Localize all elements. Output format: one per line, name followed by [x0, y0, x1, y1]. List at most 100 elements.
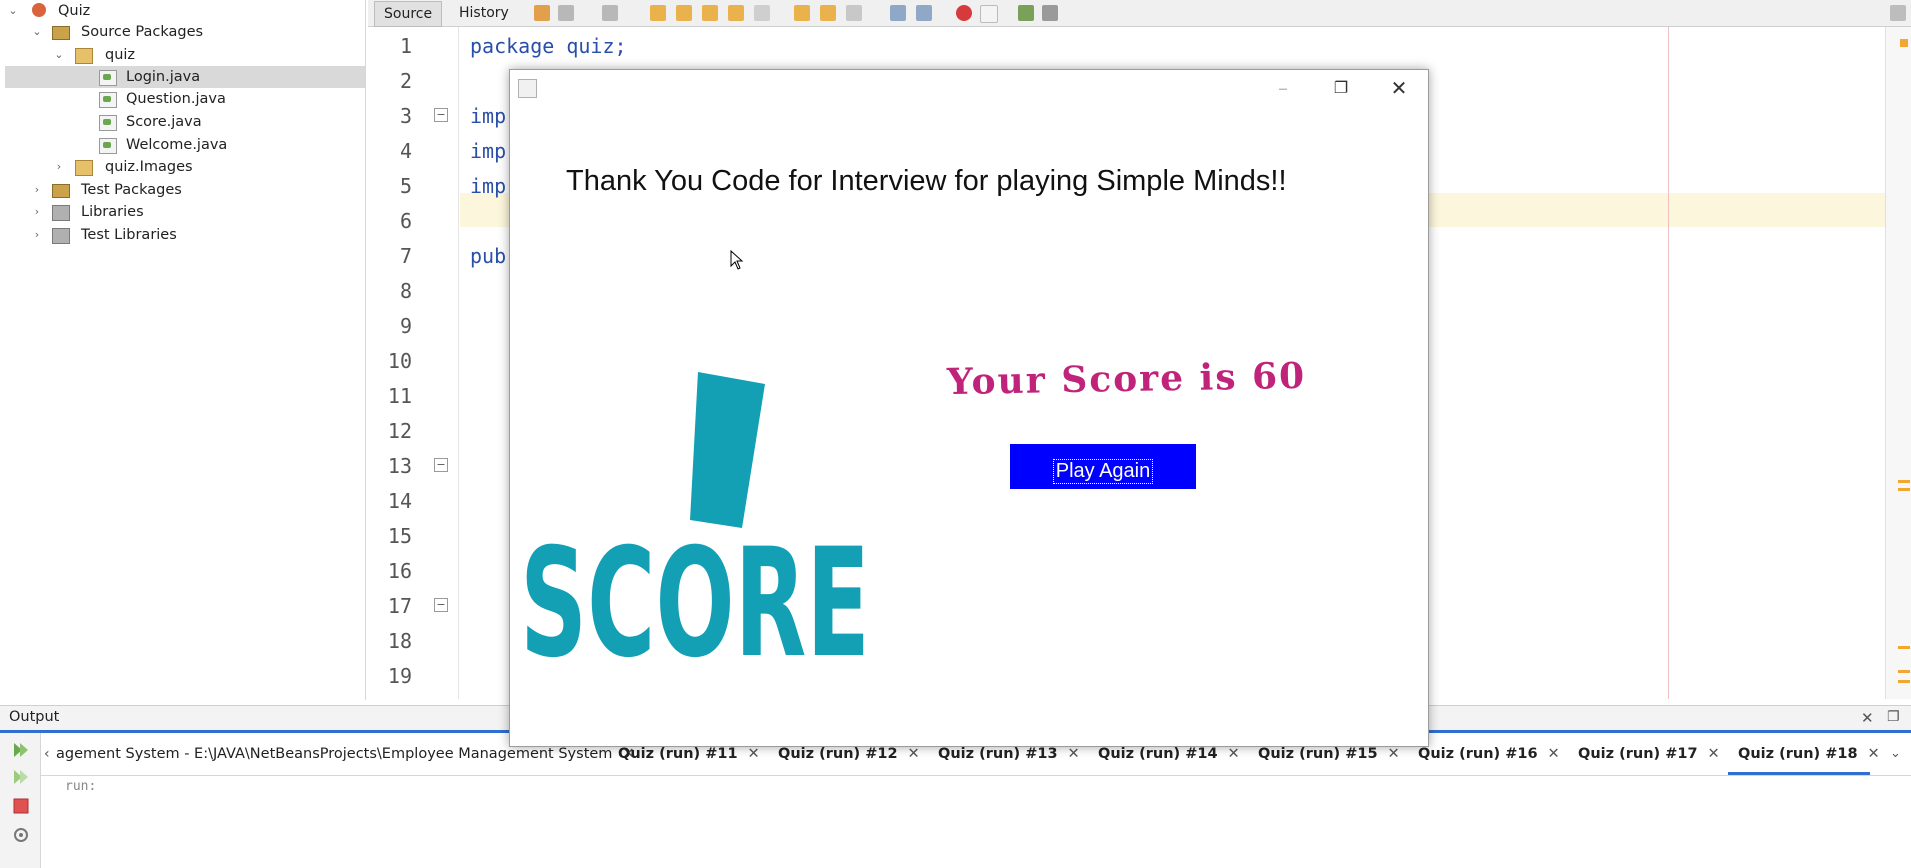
close-icon: ✕ — [1387, 746, 1400, 762]
close-button[interactable]: ✕ — [1370, 70, 1428, 106]
maximize-icon[interactable]: ❐ — [1887, 709, 1900, 725]
chevron-left-icon[interactable]: ‹ — [44, 743, 50, 765]
chevron-down-icon[interactable]: ⌄ — [6, 0, 20, 22]
line-number: 4 — [399, 139, 412, 163]
minimize-button[interactable]: – — [1254, 70, 1312, 106]
output-tab-quiz-17[interactable]: Quiz (run) #17 ✕ — [1578, 743, 1720, 765]
warning-marker[interactable] — [1898, 670, 1910, 673]
stop-icon[interactable] — [12, 797, 30, 815]
next-bookmark-icon[interactable] — [820, 5, 836, 21]
line-number: 9 — [399, 314, 412, 338]
libraries-icon — [52, 205, 70, 221]
output-tab-quiz-16[interactable]: Quiz (run) #16 ✕ — [1418, 743, 1560, 765]
tree-item-score-java[interactable]: Score.java — [5, 111, 365, 133]
fold-icon[interactable]: − — [434, 108, 448, 122]
warning-marker[interactable] — [1898, 480, 1910, 483]
code-line: imp — [470, 104, 507, 128]
find-previous-icon[interactable] — [676, 5, 692, 21]
comment-icon[interactable] — [1018, 5, 1034, 21]
tree-item-test-packages[interactable]: › Test Packages — [0, 179, 365, 201]
line-number: 8 — [399, 279, 412, 303]
tree-item-login-java[interactable]: Login.java — [5, 66, 365, 88]
toggle-highlight-icon[interactable] — [728, 5, 744, 21]
editor-toolbar: Source History — [368, 0, 1911, 27]
line-number: 6 — [399, 209, 412, 233]
test-packages-icon — [52, 184, 70, 198]
source-packages-icon — [52, 26, 70, 40]
start-macro-recording-icon[interactable] — [956, 5, 972, 21]
toggle-bookmark-icon[interactable] — [846, 5, 862, 21]
warning-marker[interactable] — [1898, 680, 1910, 683]
dialog-titlebar[interactable]: – ❐ ✕ — [510, 70, 1428, 106]
play-again-button[interactable]: Play Again — [1010, 444, 1196, 489]
rerun-with-params-icon[interactable] — [12, 768, 30, 786]
back-icon[interactable] — [558, 5, 574, 21]
find-next-icon[interactable] — [702, 5, 718, 21]
java-file-icon — [99, 92, 117, 108]
uncomment-icon[interactable] — [1042, 5, 1058, 21]
output-tab-quiz-18[interactable]: Quiz (run) #18 ✕ — [1738, 743, 1880, 765]
chevron-right-icon[interactable]: › — [30, 179, 44, 201]
fold-icon[interactable]: − — [434, 458, 448, 472]
tree-item-test-libraries[interactable]: › Test Libraries — [0, 224, 365, 246]
warning-marker[interactable] — [1898, 646, 1910, 649]
tree-item-source-packages[interactable]: ⌄ Source Packages — [0, 21, 365, 43]
java-file-icon — [99, 70, 117, 86]
chevron-right-icon[interactable]: › — [30, 201, 44, 223]
exclamation-bar — [690, 372, 765, 528]
rerun-icon[interactable] — [12, 741, 30, 759]
find-selection-icon[interactable] — [650, 5, 666, 21]
chevron-down-icon[interactable]: ⌄ — [30, 21, 44, 43]
shift-left-icon[interactable] — [890, 5, 906, 21]
maximize-button[interactable]: ❐ — [1312, 70, 1370, 106]
libraries-icon — [52, 228, 70, 244]
line-number: 3 — [399, 104, 412, 128]
shift-right-icon[interactable] — [916, 5, 932, 21]
close-icon: ✕ — [1867, 746, 1880, 762]
chevron-down-icon[interactable]: ⌄ — [52, 44, 66, 66]
close-icon: ✕ — [747, 746, 760, 762]
close-icon: ✕ — [907, 746, 920, 762]
chevron-right-icon[interactable]: › — [30, 224, 44, 246]
tree-item-quiz-images[interactable]: › quiz.Images — [0, 156, 365, 178]
stop-macro-recording-icon[interactable] — [980, 5, 998, 23]
line-number-gutter: 1 2 3 4 5 6 7 8 9 10 11 12 13 14 15 16 1… — [368, 27, 459, 699]
tree-item-welcome-java[interactable]: Welcome.java — [5, 134, 365, 156]
tree-item-project[interactable]: ⌄ Quiz — [0, 0, 365, 22]
line-number: 16 — [387, 559, 412, 583]
code-line: imp — [470, 174, 507, 198]
close-icon: ✕ — [1227, 746, 1240, 762]
line-number: 15 — [387, 524, 412, 548]
tab-history[interactable]: History — [450, 1, 518, 25]
rectangular-selection-icon[interactable] — [754, 5, 770, 21]
status-marker-icon — [1900, 39, 1908, 47]
code-line: pub — [470, 244, 507, 268]
fold-icon[interactable]: − — [434, 598, 448, 612]
score-result-text: Your Score is 60 — [946, 354, 1307, 404]
line-number: 10 — [387, 349, 412, 373]
tab-source[interactable]: Source — [374, 1, 443, 27]
chevron-right-icon[interactable]: › — [52, 156, 66, 178]
error-stripe[interactable] — [1885, 27, 1911, 699]
right-margin-line — [1668, 27, 1669, 699]
settings-icon[interactable] — [12, 826, 30, 844]
tree-item-libraries[interactable]: › Libraries — [0, 201, 365, 223]
active-tab-indicator — [1728, 772, 1870, 775]
previous-bookmark-icon[interactable] — [794, 5, 810, 21]
split-editor-icon[interactable] — [1890, 5, 1906, 21]
forward-icon[interactable] — [602, 5, 618, 21]
chevron-down-icon[interactable]: ⌄ — [1890, 743, 1901, 765]
score-image: SCORE — [520, 372, 870, 670]
line-number: 2 — [399, 69, 412, 93]
output-console-text: run: — [65, 779, 97, 794]
tree-item-package-quiz[interactable]: ⌄ quiz — [0, 44, 365, 66]
line-number: 7 — [399, 244, 412, 268]
line-number: 12 — [387, 419, 412, 443]
line-number: 18 — [387, 629, 412, 653]
tree-item-question-java[interactable]: Question.java — [5, 88, 365, 110]
close-icon[interactable]: ✕ — [1861, 709, 1874, 727]
score-dialog: – ❐ ✕ Thank You Code for Interview for p… — [509, 69, 1429, 747]
warning-marker[interactable] — [1898, 488, 1910, 491]
last-edit-icon[interactable] — [534, 5, 550, 21]
java-file-icon — [99, 115, 117, 131]
